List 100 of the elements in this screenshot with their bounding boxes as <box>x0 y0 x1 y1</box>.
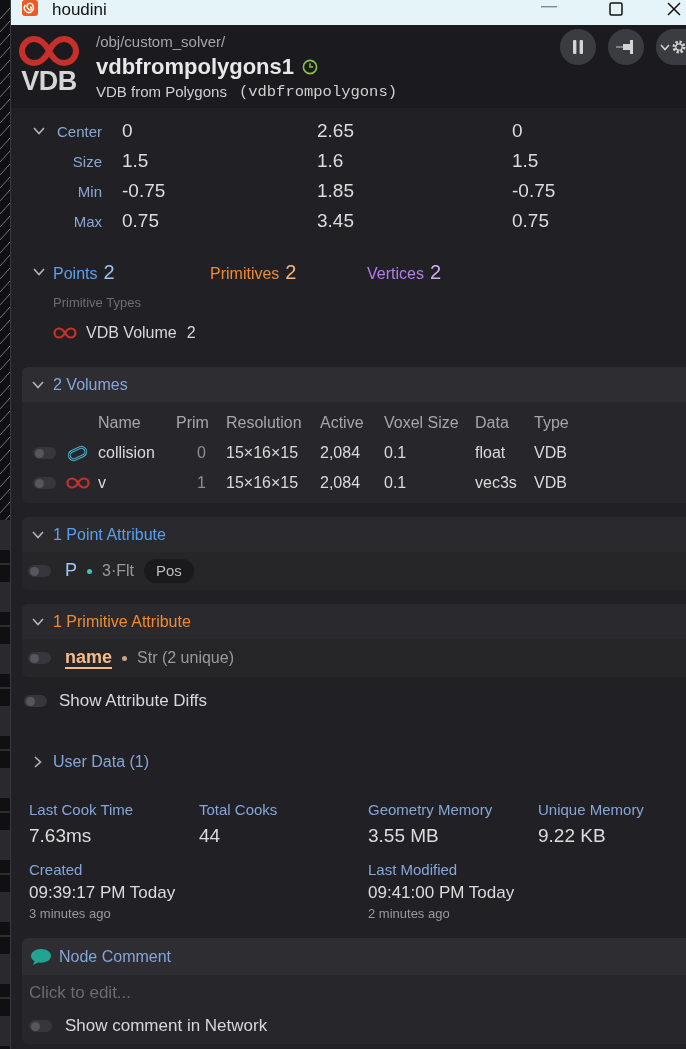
column-header: Active <box>320 414 364 431</box>
infinity-icon <box>53 327 77 339</box>
spiral-logo-icon <box>22 0 38 16</box>
infinity-logo-icon <box>18 35 80 67</box>
panel-title: 2 Volumes <box>53 375 128 394</box>
attribute-type: 3·Flt <box>102 562 134 580</box>
bounds-value: 0 <box>122 120 133 141</box>
stat-label: Created <box>29 860 83 880</box>
table-cell: vec3s <box>475 474 517 491</box>
bounds-value: 1.85 <box>317 180 354 201</box>
stat-label: Last Cook Time <box>29 800 134 820</box>
table-cell: 0.1 <box>384 474 407 491</box>
bounds-label: Min <box>77 182 102 200</box>
bounds-value: 1.5 <box>512 150 539 171</box>
count-value: 2 <box>429 260 442 284</box>
stat-label: Total Cooks <box>199 800 278 820</box>
bounds-label: Size <box>72 152 102 170</box>
panel-title: 1 Point Attribute <box>53 525 166 544</box>
bounds-value: 0.75 <box>122 210 159 231</box>
speech-bubble-icon <box>30 947 52 966</box>
count-label: Vertices <box>367 264 424 283</box>
maximize-button[interactable] <box>609 2 623 16</box>
pause-button[interactable] <box>560 29 596 65</box>
attribute-type: Str (2 unique) <box>137 649 234 667</box>
bounds-label: Max <box>73 212 102 230</box>
column-header: Resolution <box>226 414 302 431</box>
primitive-type-count: 2 <box>186 324 196 342</box>
gear-menu-button[interactable] <box>656 29 686 65</box>
stat-value: 44 <box>199 824 221 848</box>
table-cell: VDB <box>534 474 567 491</box>
chevron-down-icon[interactable] <box>32 380 44 389</box>
minimize-icon <box>541 6 557 8</box>
section-title[interactable]: User Data (1) <box>53 753 150 771</box>
table-cell: float <box>475 444 506 461</box>
node-name: vdbfrompolygons1 <box>96 55 294 79</box>
node-path: /obj/custom_solver/ <box>96 33 227 51</box>
column-header: Type <box>534 414 569 431</box>
chevron-down-icon[interactable] <box>33 127 45 135</box>
bounds-value: 0.75 <box>512 210 549 231</box>
bounds-label: Center <box>56 122 102 140</box>
bounds-value: -0.75 <box>512 180 556 201</box>
attribute-name[interactable]: P <box>65 560 77 582</box>
toggle-switch[interactable] <box>33 477 56 489</box>
logo-text: VDB <box>21 67 77 95</box>
chevron-right-icon[interactable] <box>34 756 42 768</box>
table-cell: 0.1 <box>384 444 407 461</box>
gear-icon <box>672 40 686 54</box>
chevron-down-icon[interactable] <box>33 268 45 276</box>
table-cell: VDB <box>534 444 567 461</box>
section-caption: Primitive Types <box>53 295 141 310</box>
stat-value: 3.55 MB <box>368 824 439 848</box>
column-header: Name <box>98 414 141 431</box>
count-value: 2 <box>285 260 297 284</box>
stat-label: Unique Memory <box>538 800 644 820</box>
bounds-value: 2.65 <box>317 120 354 141</box>
node-type-id: (vdbfrompolygons) <box>238 83 398 101</box>
panel-title: Node Comment <box>59 947 172 966</box>
table-cell: 15×16×15 <box>226 444 299 461</box>
stat-label: Geometry Memory <box>368 800 493 820</box>
column-header: Data <box>475 414 509 431</box>
bounds-value: -0.75 <box>122 180 166 201</box>
toggle-switch[interactable] <box>28 565 51 577</box>
count-label: Primitives <box>210 264 280 283</box>
infinity-icon <box>66 477 90 489</box>
table-cell: collision <box>98 444 155 461</box>
column-header: Prim <box>176 414 209 431</box>
attribute-tag: Pos <box>144 559 194 583</box>
stat-value: 7.63ms <box>29 824 92 848</box>
maximize-icon <box>609 2 623 16</box>
ring-icon <box>66 443 89 463</box>
window-title: houdini <box>52 0 107 20</box>
chevron-down-icon[interactable] <box>32 530 44 539</box>
primitive-type-label: VDB Volume <box>86 324 177 342</box>
toggle-switch[interactable] <box>33 447 56 459</box>
attribute-name[interactable]: name <box>65 647 113 669</box>
comment-field[interactable]: Click to edit... <box>22 975 686 1011</box>
close-button[interactable] <box>666 2 682 16</box>
stat-value: 9.22 KB <box>538 824 606 848</box>
clock-icon <box>302 59 318 75</box>
table-cell: v <box>98 474 106 491</box>
table-cell: 1 <box>197 474 206 491</box>
toggle-switch[interactable] <box>24 695 47 707</box>
bounds-value: 1.6 <box>317 150 344 171</box>
count-label: Points <box>53 264 98 283</box>
relative-time: 2 minutes ago <box>368 906 450 922</box>
node-type-label: VDB from Polygons <box>96 83 227 101</box>
bounds-value: 0 <box>512 120 523 141</box>
pin-icon <box>616 40 636 54</box>
toggle-label: Show comment in Network <box>65 1016 268 1036</box>
toggle-switch[interactable] <box>28 652 51 664</box>
chevron-down-icon[interactable] <box>32 617 44 626</box>
count-value: 2 <box>103 260 115 284</box>
bounds-value: 1.5 <box>122 150 149 171</box>
toggle-switch[interactable] <box>29 1020 52 1032</box>
timestamp: 09:39:17 PM Today <box>29 882 176 904</box>
chevron-down-icon <box>660 43 670 51</box>
toggle-label: Show Attribute Diffs <box>59 691 208 711</box>
stat-label: Last Modified <box>368 860 458 880</box>
pin-button[interactable] <box>608 29 644 65</box>
pause-icon <box>573 40 583 54</box>
